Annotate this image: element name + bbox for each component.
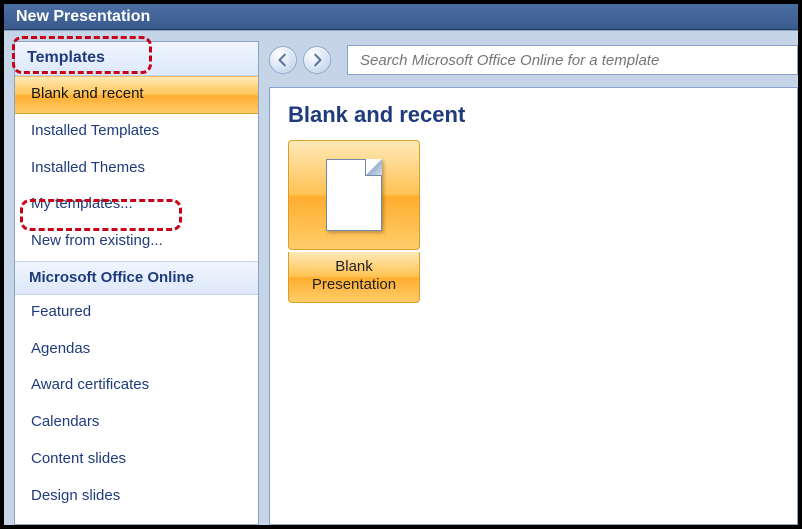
sidebar-item-label: Award certificates (31, 376, 149, 393)
sidebar-item-installed-themes[interactable]: Installed Themes (15, 151, 258, 188)
dialog-body: Templates Blank and recent Installed Tem… (4, 30, 798, 525)
search-box[interactable] (347, 45, 798, 75)
sidebar-item-label: My templates... (31, 195, 133, 212)
nav-forward-button[interactable] (303, 46, 331, 74)
sidebar-online-header: Microsoft Office Online (15, 261, 258, 295)
sidebar-item-content-slides[interactable]: Content slides (15, 442, 258, 479)
sidebar-item-label: Installed Themes (31, 159, 145, 176)
sidebar-item-label: New from existing... (31, 232, 163, 249)
sidebar-item-installed-templates[interactable]: Installed Templates (15, 114, 258, 151)
search-input[interactable] (358, 51, 787, 70)
sidebar: Templates Blank and recent Installed Tem… (14, 41, 259, 525)
sidebar-item-agendas[interactable]: Agendas (15, 332, 258, 369)
sidebar-item-label: Design slides (31, 487, 120, 504)
sidebar-item-blank-and-recent[interactable]: Blank and recent (15, 76, 258, 114)
sidebar-item-my-templates[interactable]: My templates... (15, 187, 258, 224)
sidebar-header: Templates (15, 42, 258, 76)
sidebar-item-label: Blank and recent (31, 85, 144, 102)
sidebar-item-award-certificates[interactable]: Award certificates (15, 368, 258, 405)
arrow-right-icon (310, 53, 324, 67)
arrow-left-icon (276, 53, 290, 67)
sidebar-item-design-slides[interactable]: Design slides (15, 479, 258, 516)
nav-back-button[interactable] (269, 46, 297, 74)
sidebar-item-calendars[interactable]: Calendars (15, 405, 258, 442)
sidebar-item-label: Featured (31, 303, 91, 320)
toolbar (269, 41, 798, 79)
dialog-title: New Presentation (16, 8, 150, 25)
template-grid: Blank Presentation (270, 140, 797, 303)
template-blank-presentation[interactable]: Blank Presentation (288, 140, 420, 303)
content-pane: Blank and recent Blank Presentation (269, 87, 798, 525)
main: Blank and recent Blank Presentation (269, 41, 798, 525)
sidebar-item-label: Agendas (31, 340, 90, 357)
sidebar-item-label: Calendars (31, 413, 99, 430)
content-title: Blank and recent (270, 88, 797, 140)
sidebar-item-new-from-existing[interactable]: New from existing... (15, 224, 258, 261)
template-label: Blank Presentation (288, 252, 420, 303)
dialog-titlebar: New Presentation (4, 4, 798, 30)
page-icon (326, 159, 382, 231)
sidebar-item-featured[interactable]: Featured (15, 295, 258, 332)
template-thumbnail (288, 140, 420, 250)
sidebar-item-label: Content slides (31, 450, 126, 467)
sidebar-item-label: Installed Templates (31, 122, 159, 139)
